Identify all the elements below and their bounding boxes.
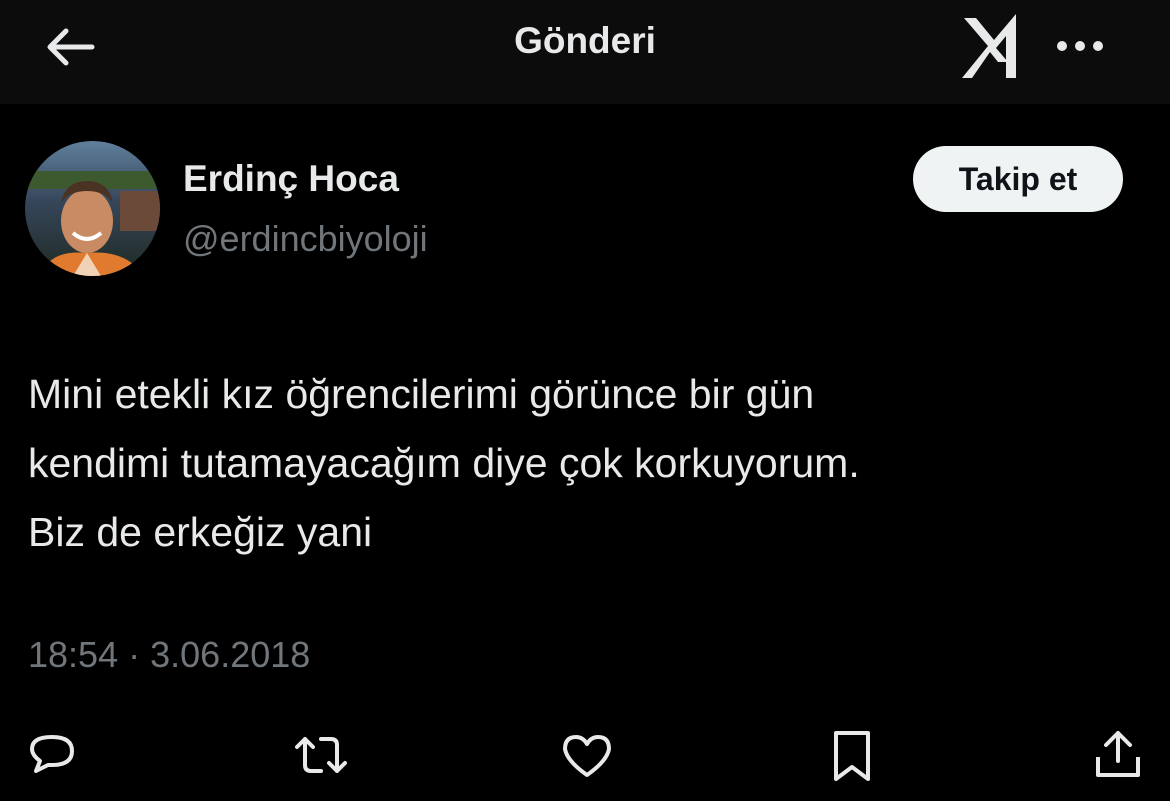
tweet-date: 3.06.2018 (150, 634, 311, 675)
top-bar: Gönderi (0, 0, 1170, 104)
retweet-icon (295, 737, 347, 773)
like-button[interactable] (557, 725, 617, 785)
follow-button[interactable]: Takip et (913, 146, 1123, 212)
tweet-time: 18:54 (28, 634, 119, 675)
tweet-text: Mini etekli kız öğrencilerimi görünce bi… (28, 371, 860, 555)
x-logo-icon (958, 10, 1028, 80)
reply-icon (30, 735, 74, 773)
share-icon (1096, 731, 1140, 777)
avatar[interactable] (25, 141, 160, 276)
timestamp-separator: · (128, 634, 141, 675)
bookmark-button[interactable] (822, 725, 882, 785)
author-handle[interactable]: @erdincbiyoloji (183, 218, 428, 260)
reply-button[interactable] (22, 725, 82, 785)
share-button[interactable] (1088, 725, 1148, 785)
author-display-name[interactable]: Erdinç Hoca (183, 158, 399, 200)
tweet-timestamp[interactable]: 18:54 · 3.06.2018 (28, 634, 310, 676)
like-icon (563, 735, 611, 777)
bookmark-icon (834, 731, 870, 781)
retweet-button[interactable] (291, 725, 351, 785)
more-button[interactable] (1052, 28, 1112, 64)
more-horizontal-icon (1057, 41, 1103, 51)
